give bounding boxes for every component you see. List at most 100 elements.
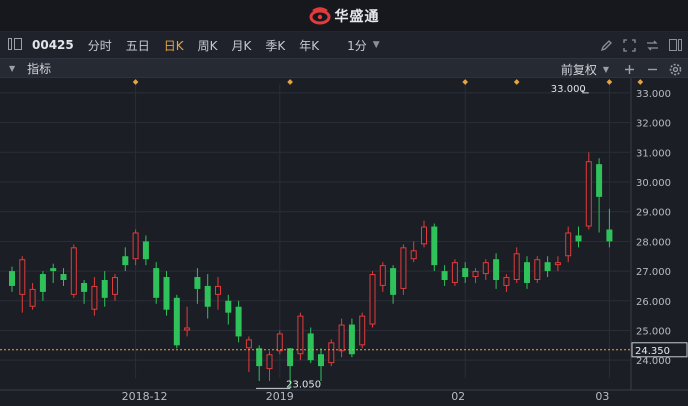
candle-body-up: [379, 265, 386, 286]
y-tick-label: 26.000: [636, 297, 671, 308]
candle-body-down: [606, 229, 613, 242]
x-tick-label: 2019: [266, 390, 294, 403]
candle-body-up: [482, 262, 489, 275]
candle-body-down: [153, 268, 160, 298]
high-annotation-label: 33.000: [551, 84, 586, 95]
y-tick-label: 32.000: [636, 119, 671, 130]
candle-body-down: [256, 348, 263, 367]
tab-monthly-k[interactable]: 月K: [232, 37, 252, 54]
candle-body-up: [19, 259, 26, 295]
candle-body-down: [524, 262, 530, 283]
plus-icon[interactable]: [622, 62, 636, 76]
candle-body-down: [544, 262, 551, 272]
candle-body-down: [225, 300, 232, 313]
current-price-label: 24.350: [635, 346, 670, 357]
candle-body-down: [173, 297, 180, 346]
y-tick-label: 24.000: [636, 356, 671, 367]
chevron-down-icon[interactable]: ▼: [603, 65, 609, 74]
candle-body-down: [493, 259, 500, 280]
candle-body-down: [462, 268, 469, 278]
candle-body-up: [369, 274, 376, 325]
candle-body-up: [245, 339, 252, 349]
candle-body-down: [60, 274, 67, 280]
candle-body-up: [112, 277, 118, 295]
candle-body-up: [534, 259, 541, 281]
kline-chart-svg[interactable]: 33.000 23.050 24.350 33.000 32.000 31.000 30.…: [0, 78, 688, 406]
x-tick-label: 2018-12: [122, 390, 168, 403]
swap-icon[interactable]: [645, 38, 659, 52]
candle-body-up: [400, 247, 407, 289]
indicator-bar: ▼ 指标 前复权 ▼: [0, 58, 688, 78]
indicator-label[interactable]: 指标: [27, 60, 51, 77]
candle-body-up: [91, 285, 98, 310]
dock-panel-icon[interactable]: [8, 37, 26, 53]
candle-body-down: [122, 256, 129, 266]
candle-body-up: [451, 262, 458, 283]
tab-intraday[interactable]: 分时: [88, 37, 112, 54]
candle-body-down: [194, 277, 201, 289]
kline-chart[interactable]: 33.000 23.050 24.350 33.000 32.000 31.000 30.…: [0, 78, 688, 406]
stock-code: 00425: [32, 38, 74, 52]
y-tick-label: 28.000: [636, 237, 671, 248]
candle-body-up: [70, 247, 77, 295]
chevron-down-icon[interactable]: ▼: [373, 40, 380, 50]
tab-weekly-k[interactable]: 周K: [198, 37, 218, 54]
candle-body-up: [421, 226, 427, 245]
candle-body-up: [410, 250, 417, 260]
candle-body-down: [9, 271, 15, 286]
candle-body-down: [287, 348, 294, 367]
candle-body-down: [204, 285, 211, 307]
brand: 华盛通: [309, 6, 380, 26]
tab-daily-k[interactable]: 日K: [164, 37, 184, 54]
candle-body-up: [585, 161, 592, 227]
y-tick-label: 30.000: [636, 178, 671, 189]
y-tick-label: 31.000: [636, 148, 671, 159]
candle-body-down: [142, 241, 149, 260]
candle-body-up: [29, 288, 36, 307]
minus-icon[interactable]: [645, 62, 659, 76]
y-tick-label: 25.000: [636, 326, 671, 337]
candle-body-up: [297, 315, 304, 355]
candle-body-up: [266, 354, 273, 370]
candle-body-down: [441, 271, 448, 280]
toolbar-actions: [599, 32, 682, 58]
candle-body-up: [276, 333, 283, 352]
candle-body-down: [390, 268, 397, 295]
candle-body-up: [338, 324, 345, 352]
candle-body-down: [235, 306, 242, 337]
tab-yearly-k[interactable]: 年K: [299, 37, 319, 54]
brand-logo-icon: [309, 6, 330, 24]
candle-body-down: [431, 226, 438, 266]
toolbar: 00425 分时 五日 日K 周K 月K 季K 年K 1分 ▼: [0, 32, 688, 58]
y-tick-label: 27.000: [636, 267, 671, 278]
candle-body-down: [307, 333, 314, 361]
candle-body-up: [215, 285, 221, 295]
tab-quarterly-k[interactable]: 季K: [265, 37, 285, 54]
x-tick-label: 03: [595, 390, 609, 403]
candle-body-up: [503, 277, 510, 286]
candle-body-up: [472, 271, 479, 278]
price-adjust-select[interactable]: 前复权: [561, 61, 597, 78]
candle-body-down: [39, 274, 46, 292]
y-tick-label: 29.000: [636, 208, 671, 219]
candle-body-down: [163, 277, 170, 310]
collapse-caret-icon[interactable]: ▼: [9, 64, 15, 73]
candle-body-up: [565, 232, 572, 257]
period-select[interactable]: 1分: [347, 37, 367, 54]
candle-body-down: [575, 235, 582, 242]
candle-body-down: [50, 268, 57, 272]
indicator-actions: 前复权 ▼: [561, 59, 682, 79]
candle-body-up: [513, 253, 520, 280]
sidebar-panel-icon[interactable]: [668, 38, 682, 52]
settings-gear-icon[interactable]: [668, 62, 682, 76]
y-tick-label: 33.000: [636, 89, 671, 100]
candle-body-down: [81, 282, 88, 292]
tab-five-day[interactable]: 五日: [126, 37, 150, 54]
pencil-icon[interactable]: [599, 38, 613, 52]
candle-body-up: [132, 232, 139, 260]
x-tick-label: 02: [451, 390, 465, 403]
brand-name: 华盛通: [334, 8, 380, 25]
expand-icon[interactable]: [622, 38, 636, 52]
candle-body-up: [359, 315, 366, 346]
low-annotation-label: 23.050: [286, 379, 321, 390]
